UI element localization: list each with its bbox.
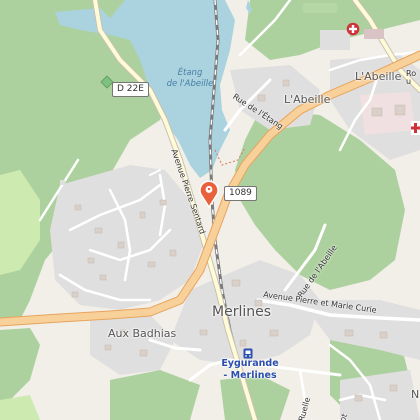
road-shield-d22e-label: D 22E: [117, 84, 144, 94]
place-label-labeille-ne: L'Abeille: [355, 70, 402, 83]
pharmacy-cross-icon[interactable]: [411, 121, 420, 140]
map-view[interactable]: Étang de l'Abeille D 22E 1089 Avenue Pie…: [0, 0, 420, 420]
place-label-edge-n: N: [411, 388, 420, 401]
park-icon-top: [303, 0, 337, 18]
hospital-cross-icon[interactable]: [346, 22, 360, 41]
station-label-text: Eygurande - Merlines: [221, 358, 279, 381]
place-label-labeille: L'Abeille: [284, 93, 331, 106]
street-label-route-right: Rou: [406, 69, 417, 86]
place-label-aux-badhias: Aux Badhias: [108, 327, 177, 340]
road-shield-1089: 1089: [224, 186, 257, 201]
building-block-icon: [364, 26, 384, 44]
road-shield-1089-label: 1089: [229, 188, 252, 198]
map-pin-marker-icon[interactable]: [199, 180, 219, 213]
park-icon: [100, 75, 114, 94]
place-label-merlines: Merlines: [212, 304, 272, 320]
lake-label: Étang de l'Abeille: [158, 68, 222, 90]
lake-label-text: Étang de l'Abeille: [166, 68, 214, 89]
station-label[interactable]: Eygurande - Merlines: [210, 358, 290, 382]
road-shield-d22e: D 22E: [112, 82, 149, 97]
